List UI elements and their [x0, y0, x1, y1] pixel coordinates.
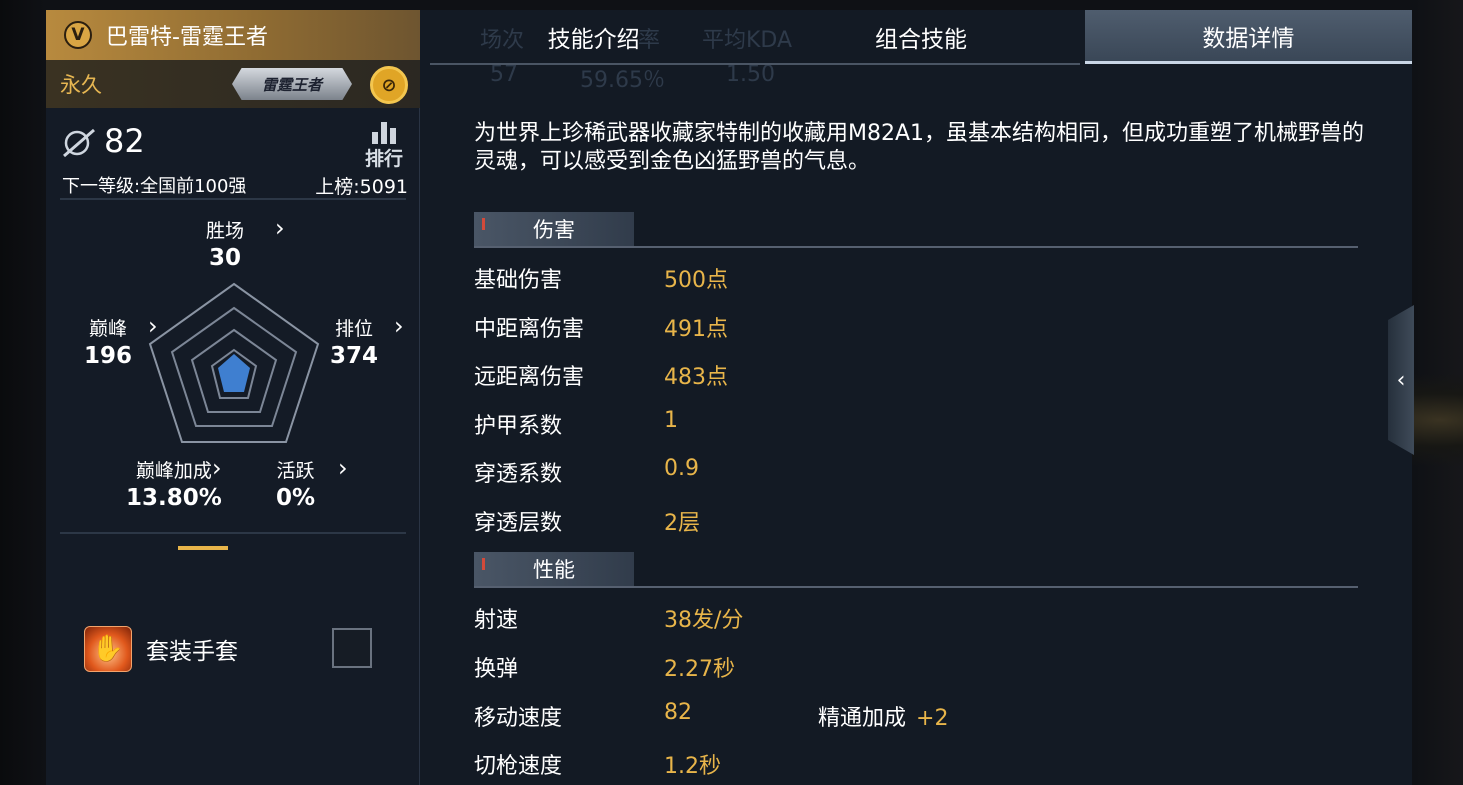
gold-coin-icon[interactable]: ⊘ [370, 66, 408, 104]
ranked-stat[interactable]: 排位 374 [330, 314, 378, 369]
tab-bar: 技能介绍 组合技能 数据详情 [430, 10, 1412, 64]
peak-value: 196 [84, 343, 133, 369]
radar-fill [218, 354, 250, 392]
stat-value: 2.27秒 [664, 657, 735, 682]
ranking-bars-icon [360, 122, 408, 144]
ranking-button[interactable]: 排行 [360, 122, 408, 170]
chevron-left-icon: ‹ [1396, 367, 1406, 393]
stat-value: 2层 [664, 511, 700, 536]
activity-chevron-icon[interactable]: › [338, 454, 348, 482]
wins-label: 胜场 [206, 220, 245, 242]
ranked-chevron-icon[interactable]: › [394, 312, 404, 340]
tab-underline [430, 63, 1080, 65]
tab-label: 组合技能 [874, 27, 967, 53]
weapon-name: 巴雷特-雷霆王者 [106, 25, 268, 50]
peak-label: 巅峰 [89, 318, 128, 340]
stat-label: 中距离伤害 [474, 317, 585, 342]
collapse-panel-button[interactable]: ‹ [1388, 305, 1414, 455]
mastery-bonus: 精通加成 +2 [818, 700, 948, 732]
tab-data-details[interactable]: 数据详情 [1084, 10, 1412, 64]
vip-badge-icon: V [64, 21, 92, 49]
section-title: 性能 [474, 552, 634, 586]
weapon-panel: V 巴雷特-雷霆王者 永久 雷霆王者 ⊘ 82 排行 下一等级:全国前100强 … [46, 10, 420, 785]
tab-skill-intro[interactable]: 技能介绍 [430, 10, 757, 64]
weapon-status-bar: 永久 雷霆王者 ⊘ [46, 60, 420, 108]
mastery-bonus-label: 精通加成 [818, 706, 907, 731]
peak-bonus-label: 巅峰加成 [135, 460, 212, 482]
activity-value: 0% [276, 485, 316, 511]
stat-value: 483点 [664, 365, 728, 390]
peak-bonus-chevron-icon[interactable]: › [212, 454, 222, 482]
page-indicator [178, 546, 228, 550]
activity-label: 活跃 [276, 460, 315, 482]
weapon-level: 82 [104, 122, 145, 160]
stat-value: 1.2秒 [664, 754, 721, 779]
divider [60, 532, 406, 534]
tab-combo-skills[interactable]: 组合技能 [757, 10, 1084, 64]
ranked-label: 排位 [335, 318, 374, 340]
permanence-label: 永久 [60, 73, 102, 97]
suit-label: 套装手套 [146, 639, 238, 665]
weapon-title-bar: V 巴雷特-雷霆王者 [46, 10, 420, 60]
wins-stat[interactable]: 胜场 30 [206, 216, 244, 271]
section-title: 伤害 [474, 212, 634, 246]
stat-label: 穿透层数 [474, 511, 563, 536]
peak-chevron-icon[interactable]: › [148, 312, 158, 340]
stat-value: 491点 [664, 317, 728, 342]
stat-label: 射速 [474, 608, 519, 633]
stat-label: 基础伤害 [474, 268, 563, 293]
tab-label: 数据详情 [1202, 25, 1295, 52]
radar-chart [148, 282, 320, 443]
stat-value: 1 [664, 408, 678, 433]
suit-checkbox[interactable] [332, 628, 372, 668]
section-damage: 伤害 [474, 212, 1358, 248]
leaderboard-text: 上榜:5091 [315, 176, 408, 198]
ranked-value: 374 [330, 343, 379, 369]
activity-stat[interactable]: 活跃 0% [276, 456, 315, 511]
section-performance: 性能 [474, 552, 1358, 588]
rank-plate-label: 雷霆王者 [261, 75, 322, 94]
stat-value: 500点 [664, 268, 728, 293]
divider [60, 198, 406, 200]
stat-value: 38发/分 [664, 608, 744, 633]
peak-bonus-stat[interactable]: 巅峰加成 13.80% [126, 456, 222, 511]
suit-item[interactable]: ✋ 套装手套 [84, 626, 238, 672]
ranking-label: 排行 [364, 148, 403, 170]
wins-chevron-icon[interactable]: › [275, 214, 285, 242]
wins-value: 30 [209, 245, 242, 271]
stat-value: 0.9 [664, 456, 699, 481]
stat-label: 移动速度 [474, 706, 563, 731]
ghost-winrate-value: 59.65％ [580, 68, 665, 93]
peak-bonus-value: 13.80% [126, 485, 222, 511]
ghost-kda-value: 1.50 [726, 62, 775, 87]
stat-value: 82 [664, 700, 692, 725]
ghost-matches-value: 57 [490, 62, 518, 87]
stat-label: 切枪速度 [474, 754, 563, 779]
stat-label: 护甲系数 [474, 414, 563, 439]
tab-label: 技能介绍 [547, 27, 640, 53]
weapon-mastery-icon [62, 128, 96, 158]
stat-label: 换弹 [474, 657, 519, 682]
next-level-text: 下一等级:全国前100强 [62, 176, 247, 197]
weapon-description: 为世界上珍稀武器收藏家特制的收藏用M82A1，虽基本结构相同，但成功重塑了机械野… [474, 121, 1365, 174]
rank-plate-badge: 雷霆王者 [232, 68, 352, 100]
peak-stat[interactable]: 巅峰 196 [84, 314, 132, 369]
detail-panel: 场次 率 平均KDA 57 59.65％ 1.50 技能介绍 组合技能 数据详情… [420, 10, 1412, 785]
mastery-bonus-value: +2 [916, 706, 949, 731]
stat-label: 穿透系数 [474, 462, 563, 487]
stat-label: 远距离伤害 [474, 365, 585, 390]
level-stats: 82 排行 下一等级:全国前100强 上榜:5091 [62, 122, 408, 202]
glove-icon: ✋ [84, 626, 132, 672]
